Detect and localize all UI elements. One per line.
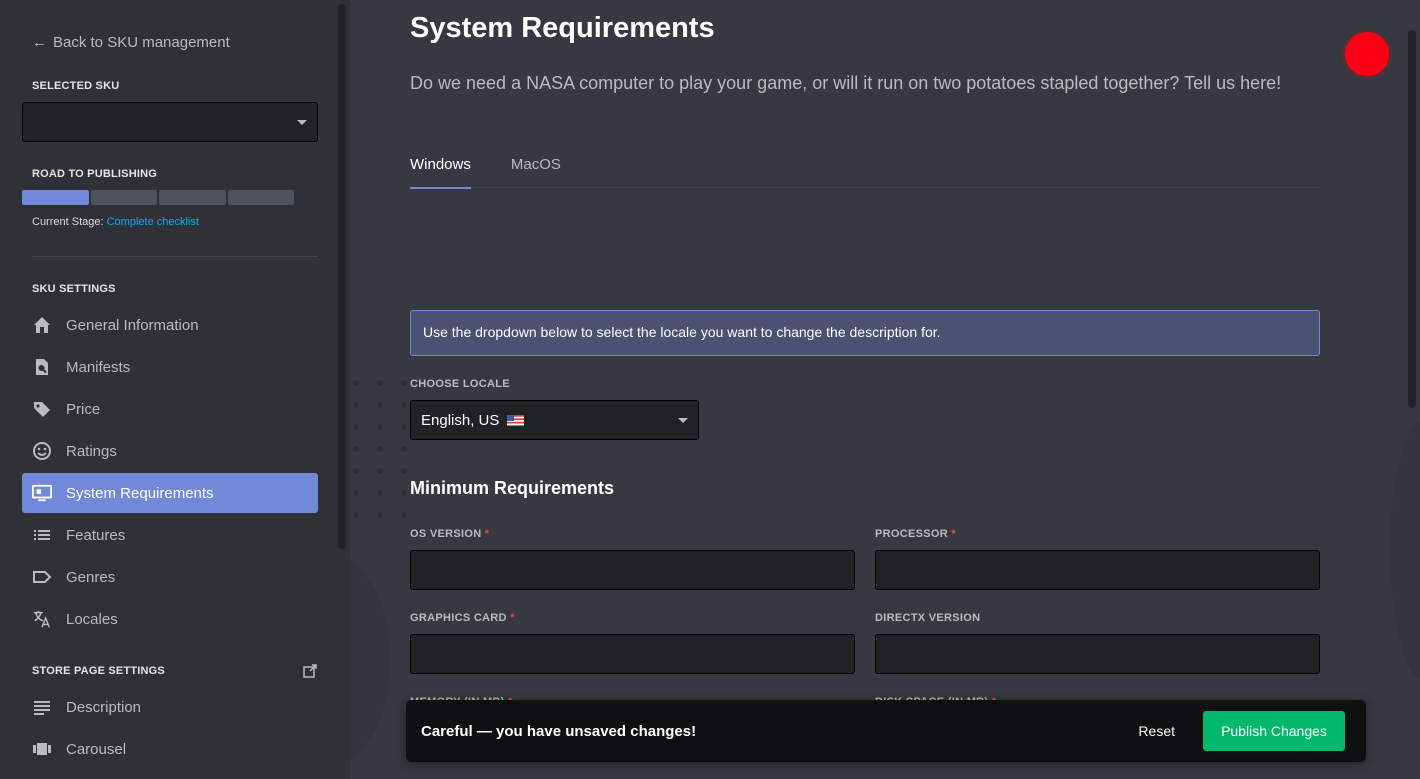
external-link-icon[interactable] bbox=[303, 664, 317, 678]
store-page-settings-heading: STORE PAGE SETTINGS bbox=[32, 665, 165, 677]
sidebar-item-label: General Information bbox=[66, 316, 199, 334]
os-tabs: Windows MacOS bbox=[410, 156, 1320, 189]
tag-icon bbox=[32, 399, 52, 419]
locale-info-message: Use the dropdown below to select the loc… bbox=[410, 310, 1320, 356]
sidebar: ← Back to SKU management SELECTED SKU RO… bbox=[0, 0, 350, 779]
main-scrollbar[interactable] bbox=[1408, 30, 1416, 408]
locale-select-value: English, US bbox=[421, 411, 500, 429]
complete-checklist-link[interactable]: Complete checklist bbox=[107, 216, 199, 228]
graphics-card-input[interactable] bbox=[410, 634, 855, 674]
progress-step bbox=[227, 190, 294, 205]
sidebar-item-manifests[interactable]: Manifests bbox=[22, 347, 318, 387]
sidebar-item-general-information[interactable]: General Information bbox=[22, 305, 318, 345]
chevron-down-icon bbox=[297, 120, 307, 125]
graphics-card-label: GRAPHICS CARD * bbox=[410, 612, 515, 624]
sidebar-item-label: Price bbox=[66, 400, 101, 418]
recording-indicator bbox=[1345, 32, 1389, 76]
home-icon bbox=[32, 315, 52, 335]
locale-select[interactable]: English, US bbox=[410, 400, 699, 440]
text-lines-icon bbox=[32, 697, 52, 717]
os-version-label: OS VERSION * bbox=[410, 528, 489, 540]
sku-settings-heading: SKU SETTINGS bbox=[32, 283, 116, 295]
unsaved-changes-notice: Careful — you have unsaved changes! Rese… bbox=[406, 700, 1366, 762]
processor-label: PROCESSOR * bbox=[875, 528, 956, 540]
sidebar-item-label: Ratings bbox=[66, 442, 117, 460]
page-description: Do we need a NASA computer to play your … bbox=[410, 73, 1282, 93]
directx-version-label: DIRECTX VERSION bbox=[875, 612, 980, 624]
list-icon bbox=[32, 525, 52, 545]
sku-select[interactable] bbox=[22, 102, 318, 142]
sidebar-item-label: Description bbox=[66, 698, 142, 716]
progress-step bbox=[90, 190, 157, 205]
label-icon bbox=[32, 567, 52, 587]
required-marker: * bbox=[951, 528, 956, 540]
processor-label-text: PROCESSOR bbox=[875, 528, 948, 540]
sidebar-item-locales[interactable]: Locales bbox=[22, 599, 318, 639]
required-marker: * bbox=[484, 528, 490, 540]
sidebar-item-ratings[interactable]: Ratings bbox=[22, 431, 318, 471]
sidebar-item-label: System Requirements bbox=[66, 484, 214, 502]
directx-version-label-text: DIRECTX VERSION bbox=[875, 612, 981, 624]
us-flag-icon bbox=[507, 414, 525, 426]
main-content: System Requirements Do we need a NASA co… bbox=[350, 0, 1420, 779]
publish-changes-button[interactable]: Publish Changes bbox=[1203, 711, 1345, 751]
carousel-icon bbox=[32, 739, 52, 759]
back-link[interactable]: ← Back to SKU management bbox=[32, 34, 230, 51]
sidebar-item-description[interactable]: Description bbox=[22, 687, 318, 727]
sidebar-item-label: Manifests bbox=[66, 358, 131, 376]
sidebar-item-genres[interactable]: Genres bbox=[22, 557, 318, 597]
translate-icon bbox=[32, 609, 52, 629]
selected-sku-heading: SELECTED SKU bbox=[32, 80, 120, 92]
minimum-requirements-title: Minimum Requirements bbox=[410, 478, 615, 498]
sidebar-item-carousel[interactable]: Carousel bbox=[22, 729, 318, 769]
graphics-card-label-text: GRAPHICS CARD bbox=[410, 612, 507, 624]
page-title: System Requirements bbox=[410, 12, 715, 44]
tab-macos[interactable]: MacOS bbox=[511, 156, 561, 188]
required-marker: * bbox=[510, 612, 515, 624]
os-version-label-text: OS VERSION bbox=[410, 528, 482, 540]
current-stage: Current Stage: Complete checklist bbox=[32, 216, 199, 228]
current-stage-label: Current Stage: bbox=[32, 216, 104, 228]
publishing-progress bbox=[22, 190, 294, 205]
progress-step bbox=[22, 190, 89, 205]
sidebar-item-label: Carousel bbox=[66, 740, 127, 758]
arrow-left-icon: ← bbox=[32, 34, 47, 51]
sidebar-item-label: Locales bbox=[66, 610, 118, 628]
monitor-icon bbox=[32, 483, 52, 503]
sidebar-item-features[interactable]: Features bbox=[22, 515, 318, 555]
background-shape bbox=[350, 560, 390, 760]
divider bbox=[32, 256, 318, 257]
smiley-icon bbox=[32, 441, 52, 461]
tab-windows[interactable]: Windows bbox=[410, 156, 471, 189]
background-shape bbox=[1390, 420, 1420, 680]
reset-button[interactable]: Reset bbox=[1130, 715, 1183, 747]
choose-locale-label: CHOOSE LOCALE bbox=[410, 378, 510, 390]
progress-step bbox=[159, 190, 226, 205]
back-link-label: Back to SKU management bbox=[53, 34, 230, 51]
sidebar-item-label: Features bbox=[66, 526, 126, 544]
sidebar-item-price[interactable]: Price bbox=[22, 389, 318, 429]
file-search-icon bbox=[32, 357, 52, 377]
sidebar-item-system-requirements[interactable]: System Requirements bbox=[22, 473, 318, 513]
sidebar-scrollbar[interactable] bbox=[338, 4, 346, 549]
directx-version-input[interactable] bbox=[875, 634, 1320, 674]
road-to-publishing-heading: ROAD TO PUBLISHING bbox=[32, 168, 158, 180]
processor-input[interactable] bbox=[875, 550, 1320, 590]
chevron-down-icon bbox=[678, 418, 688, 423]
sidebar-item-label: Genres bbox=[66, 568, 116, 586]
unsaved-changes-message: Careful — you have unsaved changes! bbox=[421, 722, 697, 740]
os-version-input[interactable] bbox=[410, 550, 855, 590]
